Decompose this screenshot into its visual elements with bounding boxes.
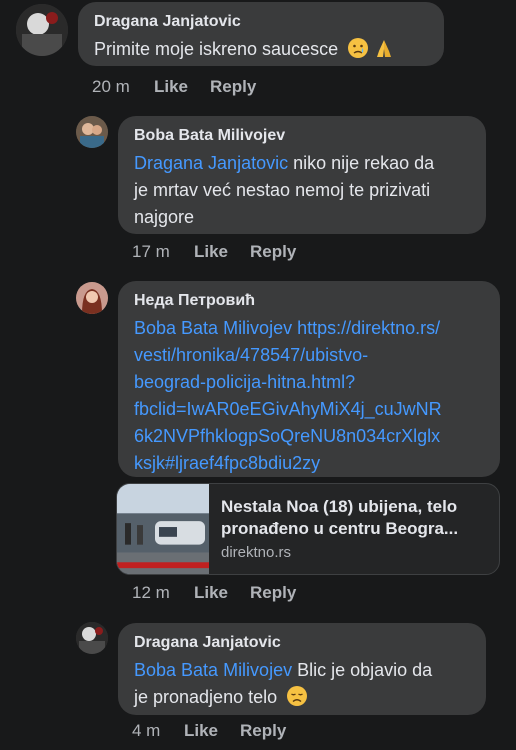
- like-button[interactable]: Like: [154, 77, 210, 97]
- comment-timestamp[interactable]: 20 m: [92, 77, 154, 97]
- like-button[interactable]: Like: [194, 242, 250, 262]
- comment-text-line: je pronadjeno telo: [134, 687, 278, 707]
- comment-timestamp[interactable]: 17 m: [132, 242, 194, 262]
- comment-text: Boba Bata Milivojev https://direktno.rs/…: [134, 315, 484, 477]
- mention-link[interactable]: Dragana Janjatovic: [134, 153, 288, 173]
- crying-face-icon: [348, 38, 369, 58]
- like-button[interactable]: Like: [194, 583, 250, 603]
- url-link[interactable]: vesti/hronika/478547/ubistvo-: [134, 345, 368, 365]
- comment-meta: 17 m Like Reply: [132, 242, 296, 262]
- comment-meta: 20 m Like Reply: [92, 77, 256, 97]
- mention-link[interactable]: Boba Bata Milivojev: [134, 660, 292, 680]
- comment-bubble: Dragana Janjatovic Primite moje iskreno …: [78, 2, 444, 66]
- comment-timestamp[interactable]: 12 m: [132, 583, 194, 603]
- comment-text: Primite moje iskreno saucesce: [94, 36, 428, 63]
- disappointed-face-icon: [287, 686, 308, 706]
- comment-meta: 12 m Like Reply: [132, 583, 296, 603]
- comment-timestamp[interactable]: 4 m: [132, 721, 184, 741]
- comment-bubble: Boba Bata Milivojev Dragana Janjatovic n…: [118, 116, 486, 234]
- comment-text: Boba Bata Milivojev Blic je objavio da j…: [134, 657, 470, 711]
- avatar[interactable]: [76, 282, 108, 314]
- link-preview-card[interactable]: Nestala Noa (18) ubijena, telo pronađeno…: [116, 483, 500, 575]
- preview-thumbnail: [117, 484, 209, 574]
- comment-text: Dragana Janjatovic niko nije rekao da je…: [134, 150, 470, 231]
- comment-text-line: najgore: [134, 207, 195, 227]
- comment-text-line: je mrtav već nestao nemoj te prizivati: [134, 180, 431, 200]
- comment-text-line: niko nije rekao da: [288, 153, 435, 173]
- comment-text-line: Blic je objavio da: [292, 660, 433, 680]
- url-link[interactable]: 6k2NVPfhklogpSoQreNU8n034crXlglx: [134, 426, 440, 446]
- mention-link[interactable]: Boba Bata Milivojev: [134, 318, 292, 338]
- preview-title: pronađeno u centru Beogra...: [221, 519, 459, 538]
- url-link[interactable]: fbclid=IwAR0eEGivAhyMiX4j_cuJwNR: [134, 399, 442, 419]
- like-button[interactable]: Like: [184, 721, 240, 741]
- comment-text-body: Primite moje iskreno saucesce: [94, 39, 339, 59]
- folded-hands-icon: [377, 40, 392, 57]
- reply-button[interactable]: Reply: [210, 77, 256, 97]
- comment-bubble: Неда Петровић Boba Bata Milivojev https:…: [118, 281, 500, 477]
- reply-button[interactable]: Reply: [250, 242, 296, 262]
- comment-author[interactable]: Dragana Janjatovic: [134, 633, 470, 653]
- avatar[interactable]: [76, 116, 108, 148]
- comment-author[interactable]: Неда Петровић: [134, 291, 484, 311]
- url-link[interactable]: ksjk#ljraef4fpc8bdiu2zy: [134, 453, 320, 473]
- reply-button[interactable]: Reply: [240, 721, 286, 741]
- comment-author[interactable]: Boba Bata Milivojev: [134, 126, 470, 146]
- comment-bubble: Dragana Janjatovic Boba Bata Milivojev B…: [118, 623, 486, 715]
- url-link[interactable]: beograd-policija-hitna.html?: [134, 372, 355, 392]
- avatar[interactable]: [76, 622, 108, 654]
- preview-domain: direktno.rs: [221, 544, 292, 561]
- avatar[interactable]: [16, 4, 68, 56]
- comment-author[interactable]: Dragana Janjatovic: [94, 12, 428, 32]
- preview-title: Nestala Noa (18) ubijena, telo: [221, 497, 458, 516]
- reply-button[interactable]: Reply: [250, 583, 296, 603]
- url-link[interactable]: https://direktno.rs/: [292, 318, 440, 338]
- comment-meta: 4 m Like Reply: [132, 721, 286, 741]
